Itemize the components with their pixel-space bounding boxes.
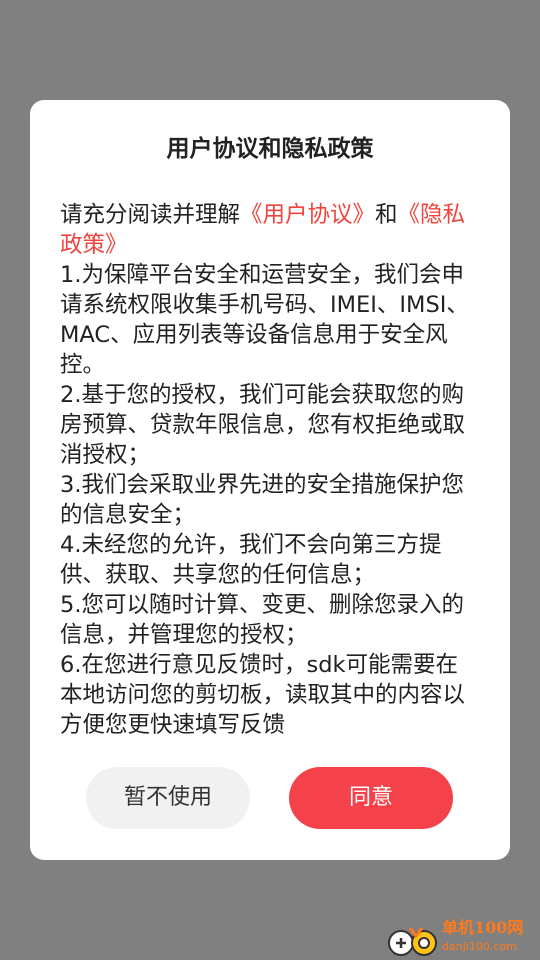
agree-button[interactable]: 同意 bbox=[289, 767, 453, 829]
agreement-item-3: 3.我们会采取业界先进的安全措施保护您的信息安全； bbox=[60, 472, 464, 528]
watermark-name: 单机100网 bbox=[442, 918, 524, 937]
agreement-item-1: 1.为保障平台安全和运营安全，我们会申请系统权限收集手机号码、IMEI、IMSI… bbox=[60, 262, 469, 378]
agreement-item-4: 4.未经您的允许，我们不会向第三方提供、获取、共享您的任何信息； bbox=[60, 532, 442, 588]
watermark: 单机100网 danji100.com bbox=[388, 912, 538, 960]
agreement-content[interactable]: 请充分阅读并理解《用户协议》和《隐私政策》 1.为保障平台安全和运营安全，我们会… bbox=[60, 200, 480, 820]
watermark-url: danji100.com bbox=[442, 940, 517, 953]
agreement-item-6: 6.在您进行意见反馈时，sdk可能需要在本地访问您的剪切板，读取其中的内容以方便… bbox=[60, 652, 466, 738]
dialog-title: 用户协议和隐私政策 bbox=[166, 136, 374, 162]
intro-prefix: 请充分阅读并理解 bbox=[60, 202, 241, 228]
intro-text: 请充分阅读并理解《用户协议》和《隐私政策》 bbox=[60, 200, 480, 260]
intro-and: 和 bbox=[375, 202, 398, 228]
agreement-item-5: 5.您可以随时计算、变更、删除您录入的信息，并管理您的授权； bbox=[60, 592, 464, 648]
decline-button[interactable]: 暂不使用 bbox=[86, 767, 250, 829]
agreement-item-2: 2.基于您的授权，我们可能会获取您的购房预算、贷款年限信息，您有权拒绝或取消授权… bbox=[60, 382, 466, 468]
privacy-dialog: 用户协议和隐私政策 请充分阅读并理解《用户协议》和《隐私政策》 1.为保障平台安… bbox=[30, 100, 510, 860]
watermark-logo-icon bbox=[388, 927, 437, 956]
user-agreement-link[interactable]: 《用户协议》 bbox=[240, 202, 375, 228]
